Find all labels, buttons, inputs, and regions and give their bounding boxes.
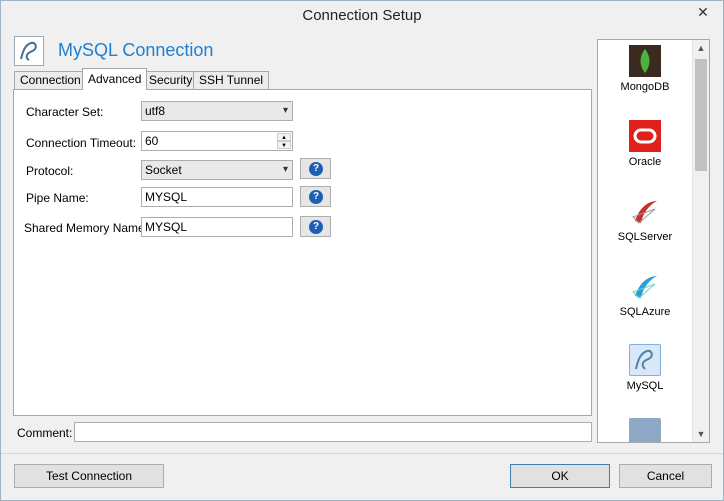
tab-advanced[interactable]: Advanced bbox=[82, 68, 148, 90]
mongodb-leaf-icon bbox=[629, 45, 661, 77]
chevron-down-icon: ▾ bbox=[282, 164, 288, 175]
db-item-sqlazure[interactable]: SQLAzure bbox=[602, 270, 688, 318]
pipe-name-input[interactable]: MYSQL bbox=[141, 187, 293, 207]
spin-up-icon[interactable]: ▲ bbox=[277, 133, 291, 141]
chevron-down-icon: ▾ bbox=[282, 105, 288, 116]
pipe-help-button[interactable]: ? bbox=[300, 186, 331, 207]
db-item-label: MongoDB bbox=[620, 81, 670, 93]
db-item-label: SQLAzure bbox=[619, 306, 671, 318]
charset-select[interactable]: utf8 ▾ bbox=[141, 101, 293, 121]
pipe-name-value: MYSQL bbox=[145, 190, 188, 204]
pipe-name-label: Pipe Name: bbox=[26, 191, 89, 205]
db-item-label: SQLServer bbox=[617, 231, 673, 243]
page-title: MySQL Connection bbox=[58, 40, 214, 60]
help-icon: ? bbox=[309, 220, 323, 234]
shared-memory-input[interactable]: MYSQL bbox=[141, 217, 293, 237]
db-item-oracle[interactable]: Oracle bbox=[602, 120, 688, 168]
sqlazure-icon bbox=[629, 270, 661, 302]
mysql-logo-icon bbox=[14, 36, 44, 66]
title-bar: Connection Setup ✕ bbox=[1, 1, 723, 31]
shared-memory-label: Shared Memory Name: bbox=[24, 221, 149, 235]
cancel-button[interactable]: Cancel bbox=[619, 464, 712, 488]
advanced-panel: Character Set: utf8 ▾ Connection Timeout… bbox=[13, 89, 592, 416]
charset-label: Character Set: bbox=[26, 105, 104, 119]
test-connection-button[interactable]: Test Connection bbox=[14, 464, 164, 488]
tab-connection[interactable]: Connection bbox=[14, 71, 87, 89]
scroll-down-icon[interactable]: ▼ bbox=[693, 426, 709, 442]
postgresql-elephant-icon bbox=[629, 418, 661, 442]
mysql-icon bbox=[629, 344, 661, 376]
protocol-value: Socket bbox=[145, 163, 182, 177]
close-icon[interactable]: ✕ bbox=[683, 1, 723, 23]
db-item-label: Oracle bbox=[628, 156, 662, 168]
tab-security[interactable]: Security bbox=[143, 71, 199, 89]
spin-down-icon[interactable]: ▼ bbox=[277, 141, 291, 149]
sidebar-scrollbar[interactable]: ▲ ▼ bbox=[692, 40, 709, 442]
connection-setup-window: Connection Setup ✕ MySQL Connection Conn… bbox=[0, 0, 724, 501]
protocol-label: Protocol: bbox=[26, 164, 74, 178]
db-item-sqlserver[interactable]: SQLServer bbox=[602, 195, 688, 243]
ok-button[interactable]: OK bbox=[510, 464, 610, 488]
protocol-help-button[interactable]: ? bbox=[300, 158, 331, 179]
db-item-mysql[interactable]: MySQL bbox=[602, 344, 688, 392]
charset-value: utf8 bbox=[145, 104, 166, 118]
help-icon: ? bbox=[309, 190, 323, 204]
tab-ssh-tunnel[interactable]: SSH Tunnel bbox=[193, 71, 270, 89]
protocol-select[interactable]: Socket ▾ bbox=[141, 160, 293, 180]
timeout-stepper[interactable]: 60 ▲ ▼ bbox=[141, 131, 293, 151]
spin-buttons[interactable]: ▲ ▼ bbox=[277, 133, 291, 149]
scroll-up-icon[interactable]: ▲ bbox=[693, 40, 709, 56]
db-item-postgresql-partial[interactable] bbox=[602, 418, 688, 442]
database-type-list: MongoDB Oracle SQLServer SQLAzure MySQL bbox=[597, 39, 710, 443]
shm-help-button[interactable]: ? bbox=[300, 216, 331, 237]
timeout-value: 60 bbox=[145, 134, 159, 148]
timeout-label: Connection Timeout: bbox=[26, 136, 137, 150]
window-title: Connection Setup bbox=[302, 7, 422, 24]
sqlserver-icon bbox=[629, 195, 661, 227]
shared-memory-value: MYSQL bbox=[145, 220, 188, 234]
scroll-thumb[interactable] bbox=[695, 59, 707, 171]
help-icon: ? bbox=[309, 162, 323, 176]
footer-divider bbox=[1, 453, 723, 454]
db-item-mongodb[interactable]: MongoDB bbox=[602, 45, 688, 93]
oracle-icon bbox=[629, 120, 661, 152]
db-item-label: MySQL bbox=[626, 380, 664, 392]
comment-input[interactable] bbox=[74, 422, 592, 442]
comment-label: Comment: bbox=[17, 426, 73, 440]
